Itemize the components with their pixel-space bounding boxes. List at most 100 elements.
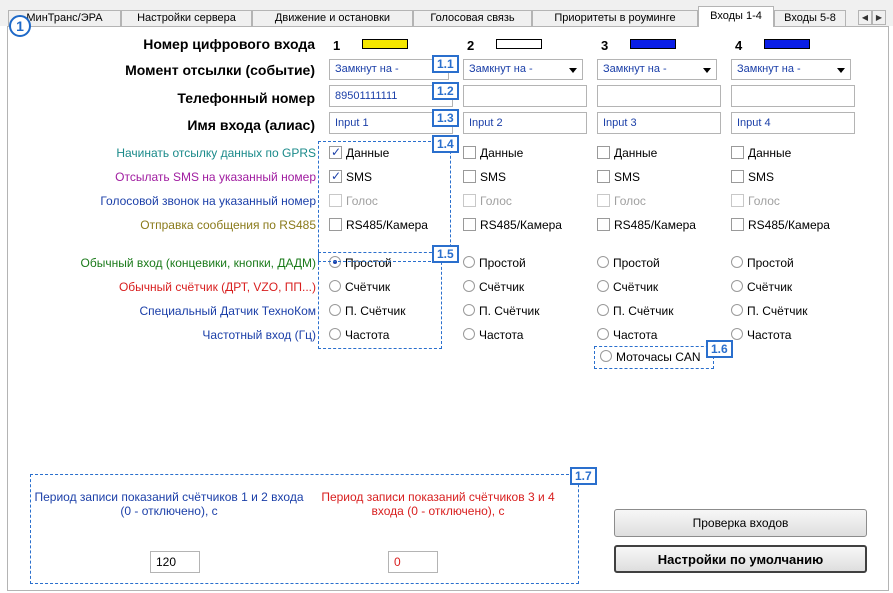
input-4-number: 4 [735,38,743,53]
annotation-box-1-4 [318,141,451,262]
rs485-label: Отправка сообщения по RS485 [140,218,316,232]
radio-circle [463,280,475,292]
section-marker: 1 [9,15,31,37]
radio-circle [463,304,475,316]
input-2-alias-field[interactable]: Input 2 [463,112,587,134]
input-3-voice-label: Голос [614,194,646,208]
annotation-tag-1-3: 1.3 [432,109,459,127]
input-4-rs485-label: RS485/Камера [748,218,830,232]
tab-movement[interactable]: Движение и остановки [252,10,413,26]
checkbox-box [463,218,476,231]
period-12-input[interactable]: 120 [150,551,200,573]
input-3-special-label: П. Счётчик [613,304,674,318]
alias-label: Имя входа (алиас) [187,117,315,133]
input-3-alias-field[interactable]: Input 3 [597,112,721,134]
tab-inputs-5-8[interactable]: Входы 5-8 [774,10,846,26]
input-3-sms-label: SMS [614,170,641,184]
checkbox-box [731,194,744,207]
radio-circle [731,304,743,316]
input-2-voice-label: Голос [480,194,512,208]
sms-label: Отсылать SMS на указанный номер [115,170,316,184]
input-3-event-select[interactable]: Замкнут на - [597,59,717,80]
gprs-label: Начинать отсылку данных по GPRS [116,146,316,160]
radio-circle [731,328,743,340]
chevron-down-icon [703,68,711,73]
checkbox-box [731,170,744,183]
checkbox-box [597,194,610,207]
radio-circle [731,256,743,268]
mode-counter-label: Обычный счётчик (ДРТ, VZO, ПП...) [118,280,316,294]
phone-label: Телефонный номер [177,90,315,106]
input-4-phone-field[interactable] [731,85,855,107]
input-4-special-label: П. Счётчик [747,304,808,318]
radio-circle [463,256,475,268]
radio-circle [463,328,475,340]
input-2-color-swatch [496,39,542,49]
input-2-freq-label: Частота [479,328,524,342]
mode-simple-label: Обычный вход (концевики, кнопки, ДАДМ) [80,256,316,270]
checkbox-box [597,170,610,183]
input-3-event-value: Замкнут на - [603,63,667,75]
checkbox-box [731,146,744,159]
input-2-special-label: П. Счётчик [479,304,540,318]
tab-inputs-1-4[interactable]: Входы 1-4 [698,6,774,27]
tab-strip: МинТранс/ЭРА Настройки сервера Движение … [0,0,893,27]
mode-freq-label: Частотный вход (Гц) [202,328,316,342]
input-3-number: 3 [601,38,609,53]
input-3-color-swatch [630,39,676,49]
input-4-freq-label: Частота [747,328,792,342]
input-3-data-label: Данные [614,146,658,160]
input-4-counter-label: Счётчик [747,280,793,294]
radio-circle [597,328,609,340]
input-4-event-value: Замкнут на - [737,63,801,75]
chevron-down-icon [569,68,577,73]
checkbox-box [597,218,610,231]
input-2-event-select[interactable]: Замкнут на - [463,59,583,80]
annotation-tag-1-2: 1.2 [432,82,459,100]
radio-circle [597,256,609,268]
input-4-color-swatch [764,39,810,49]
tab-voice[interactable]: Голосовая связь [413,10,532,26]
input-2-event-value: Замкнут на - [469,63,533,75]
input-4-data-label: Данные [748,146,792,160]
input-4-alias-field[interactable]: Input 4 [731,112,855,134]
chevron-down-icon [837,68,845,73]
input-1-color-swatch [362,39,408,49]
input-2-number: 2 [467,38,475,53]
tab-scroll-right-button[interactable]: ▶ [872,10,886,25]
annotation-tag-1-7: 1.7 [570,467,597,485]
check-inputs-button[interactable]: Проверка входов [614,509,867,537]
input-3-phone-field[interactable] [597,85,721,107]
input-4-event-select[interactable]: Замкнут на - [731,59,851,80]
checkbox-box [463,194,476,207]
input-2-rs485-label: RS485/Камера [480,218,562,232]
radio-circle [597,280,609,292]
input-3-rs485-label: RS485/Камера [614,218,696,232]
tab-scroll-left-button[interactable]: ◀ [858,10,872,25]
checkbox-box [463,170,476,183]
tab-roaming[interactable]: Приоритеты в роуминге [532,10,698,26]
annotation-tag-1-1: 1.1 [432,55,459,73]
period-34-label: Период записи показаний счётчиков 3 и 4 … [321,490,555,518]
restore-defaults-button[interactable]: Настройки по умолчанию [614,545,867,573]
checkbox-box [731,218,744,231]
input-1-event-value: Замкнут на - [335,63,399,75]
input-2-phone-field[interactable] [463,85,587,107]
input-2-data-label: Данные [480,146,524,160]
input-4-sms-label: SMS [748,170,775,184]
voice-label: Голосовой звонок на указанный номер [100,194,316,208]
input-number-label: Номер цифрового входа [143,36,315,52]
annotation-tag-1-4: 1.4 [432,135,459,153]
tab-server-settings[interactable]: Настройки сервера [121,10,252,26]
input-1-event-select[interactable]: Замкнут на - [329,59,449,80]
input-4-voice-label: Голос [748,194,780,208]
input-3-freq-label: Частота [613,328,658,342]
period-34-input[interactable]: 0 [388,551,438,573]
radio-circle [731,280,743,292]
mode-special-label: Специальный Датчик ТехноКом [139,304,316,318]
input-4-simple-label: Простой [747,256,794,270]
input-3-simple-label: Простой [613,256,660,270]
input-3-counter-label: Счётчик [613,280,659,294]
input-1-number: 1 [333,38,341,53]
annotation-box-1-6 [594,346,714,369]
